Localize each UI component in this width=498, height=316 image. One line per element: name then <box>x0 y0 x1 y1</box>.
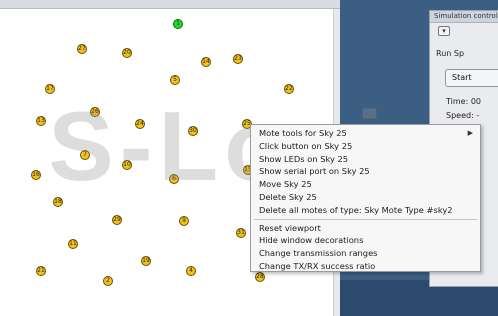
mote-6[interactable]: 6 <box>169 174 179 184</box>
mote-11[interactable]: 11 <box>68 239 78 249</box>
mote-21[interactable]: 21 <box>36 266 46 276</box>
menu-item-click-button[interactable]: Click button on Sky 25 <box>251 140 480 153</box>
menu-item-delete-mote[interactable]: Delete Sky 25 <box>251 191 480 204</box>
submenu-arrow-icon: ▶ <box>467 129 473 137</box>
simulation-control-title: Simulation control <box>430 11 498 23</box>
menu-item-show-leds[interactable]: Show LEDs on Sky 25 <box>251 153 480 166</box>
menu-separator <box>254 218 477 220</box>
mote-10[interactable]: 10 <box>122 160 132 170</box>
mote-4[interactable]: 4 <box>186 266 196 276</box>
menu-item-label: Mote tools for Sky 25 <box>259 128 347 138</box>
menu-item-show-serial-port[interactable]: Show serial port on Sky 25 <box>251 165 480 178</box>
mote-29[interactable]: 29 <box>112 215 122 225</box>
mote-26[interactable]: 26 <box>90 107 100 117</box>
mote-1[interactable]: 1 <box>173 19 183 29</box>
mote-16[interactable]: 16 <box>31 170 41 180</box>
mote-17[interactable]: 17 <box>45 84 55 94</box>
mote-27[interactable]: 27 <box>77 44 87 54</box>
mote-19[interactable]: 19 <box>141 256 151 266</box>
mote-9[interactable]: 9 <box>179 216 189 226</box>
mote-31[interactable]: 31 <box>236 228 246 238</box>
window-menu-button[interactable]: ▾ <box>438 26 450 36</box>
menu-item-delete-all-motes-of-type[interactable]: Delete all motes of type: Sky Mote Type … <box>251 204 480 217</box>
speed-label: Speed: - <box>446 111 480 120</box>
mote-7[interactable]: 7 <box>80 150 90 160</box>
menu-item-mote-tools[interactable]: Mote tools for Sky 25 ▶ <box>251 127 480 140</box>
mote-14[interactable]: 14 <box>201 57 211 67</box>
mote-23[interactable]: 23 <box>233 54 243 64</box>
menu-item-hide-window-decorations[interactable]: Hide window decorations <box>251 234 480 247</box>
mote-30[interactable]: 30 <box>188 126 198 136</box>
mote-24[interactable]: 24 <box>135 119 145 129</box>
mote-2[interactable]: 2 <box>103 276 113 286</box>
mote-28[interactable]: 28 <box>255 272 265 282</box>
mote-13[interactable]: 13 <box>36 116 46 126</box>
menu-item-move-mote[interactable]: Move Sky 25 <box>251 178 480 191</box>
mote-20[interactable]: 20 <box>122 48 132 58</box>
control-menu-bar[interactable]: Run Sp <box>436 49 464 58</box>
mote-22[interactable]: 22 <box>284 84 294 94</box>
mote-5[interactable]: 5 <box>170 75 180 85</box>
start-button[interactable]: Start <box>445 69 498 87</box>
mote-context-menu: Mote tools for Sky 25 ▶ Click button on … <box>250 124 481 272</box>
simulator-topbar <box>0 0 340 9</box>
time-label: Time: 00 <box>446 97 481 106</box>
mote-18[interactable]: 18 <box>53 197 63 207</box>
menu-item-change-transmission-ranges[interactable]: Change transmission ranges <box>251 247 480 260</box>
menu-item-change-txrx-success-ratio[interactable]: Change TX/RX success ratio <box>251 260 480 273</box>
menu-item-reset-viewport[interactable]: Reset viewport <box>251 222 480 235</box>
